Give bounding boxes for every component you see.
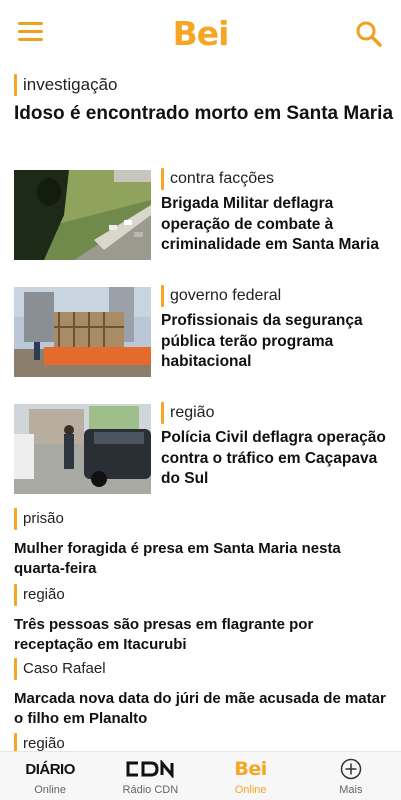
list-item[interactable]: região Três pessoas são presas em flagra… [14, 584, 389, 655]
search-icon[interactable] [355, 20, 383, 48]
story-tag: região [161, 402, 391, 424]
story-tag: região [14, 733, 389, 751]
bottom-navigation: DIÁRIO Online Rádio CDN Bei Online Mais [0, 751, 401, 800]
nav-more[interactable]: Mais [301, 752, 401, 800]
list-item[interactable]: Caso Rafael Marcada nova data do júri de… [14, 658, 389, 729]
story-tag: governo federal [161, 285, 391, 307]
story-tag: Caso Rafael [14, 658, 389, 680]
nav-radio-cdn[interactable]: Rádio CDN [100, 752, 200, 800]
nav-label: Rádio CDN [122, 784, 179, 796]
diario-logo: DIÁRIO [25, 760, 75, 778]
story-info: governo federal Profissionais da seguran… [161, 285, 391, 373]
nav-bei-online[interactable]: Bei Online [201, 752, 301, 800]
story-title[interactable]: Profissionais da segurança pública terão… [161, 311, 391, 373]
news-feed[interactable]: investigação Idoso é encontrado morto em… [0, 68, 401, 751]
nav-label: Online [34, 784, 67, 796]
headline-title[interactable]: Idoso é encontrado morto em Santa Maria [14, 102, 394, 126]
top-app-bar: Bei [0, 0, 401, 68]
nav-diario-online[interactable]: DIÁRIO Online [0, 752, 100, 800]
story-tag: contra facções [161, 168, 391, 190]
story-tag: prisão [14, 508, 389, 530]
story-info: região Polícia Civil deflagra operação c… [161, 402, 391, 490]
list-item[interactable]: região [14, 733, 389, 751]
police-vehicle-photo[interactable] [14, 404, 151, 494]
construction-site-photo[interactable] [14, 287, 151, 377]
story-title[interactable]: Brigada Militar deflagra operação de com… [161, 194, 391, 256]
story-title[interactable]: Mulher foragida é presa em Santa Maria n… [14, 539, 389, 579]
nav-label: Online [234, 784, 267, 796]
nav-label: Mais [339, 784, 363, 796]
plus-circle-icon [340, 758, 362, 780]
list-item[interactable]: prisão Mulher foragida é presa em Santa … [14, 508, 389, 579]
aerial-view-photo[interactable] [14, 170, 151, 260]
story-title[interactable]: Marcada nova data do júri de mãe acusada… [14, 689, 389, 729]
story-title[interactable]: Polícia Civil deflagra operação contra o… [161, 428, 391, 490]
story-title[interactable]: Três pessoas são presas em flagrante por… [14, 615, 389, 655]
story-card[interactable]: região Polícia Civil deflagra operação c… [14, 402, 394, 498]
story-card[interactable]: governo federal Profissionais da seguran… [14, 285, 394, 381]
story-info: contra facções Brigada Militar deflagra … [161, 168, 391, 256]
app-logo[interactable]: Bei [0, 14, 401, 53]
story-card[interactable]: contra facções Brigada Militar deflagra … [14, 168, 394, 264]
cdn-logo [100, 756, 200, 782]
story-tag: região [14, 584, 389, 606]
headline-story[interactable]: investigação Idoso é encontrado morto em… [14, 74, 394, 126]
story-tag: investigação [14, 74, 394, 96]
bei-logo: Bei [234, 758, 267, 780]
